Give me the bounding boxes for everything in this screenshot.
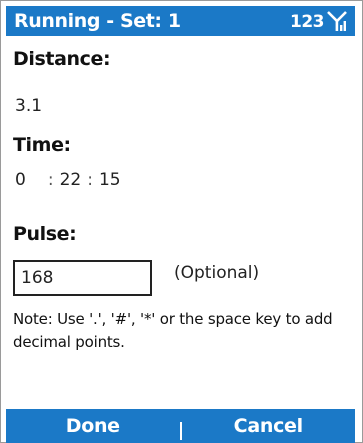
time-seconds[interactable]: 15 [99, 170, 121, 190]
page-title: Running - Set: 1 [14, 10, 181, 32]
pulse-label: Pulse: [13, 223, 77, 245]
distance-value[interactable]: 3.1 [15, 96, 42, 116]
time-minutes[interactable]: 22 [60, 170, 82, 190]
signal-strength-icon [327, 11, 347, 31]
status-area: 123 [290, 10, 347, 32]
optional-hint: (Optional) [174, 263, 260, 283]
title-bar: Running - Set: 1 123 [6, 6, 355, 36]
time-separator: : [87, 170, 93, 190]
time-label: Time: [13, 134, 71, 156]
done-button[interactable]: Done [6, 415, 180, 437]
distance-label: Distance: [13, 48, 111, 70]
time-separator: : [47, 170, 54, 190]
softkey-bar: Done Cancel [6, 409, 355, 443]
time-field[interactable]: 0 : 22 : 15 [15, 170, 121, 190]
cancel-button[interactable]: Cancel [182, 415, 356, 437]
time-hours[interactable]: 0 [15, 170, 26, 190]
decimal-note: Note: Use '.', '#', '*' or the space key… [13, 310, 333, 351]
status-number: 123 [290, 12, 325, 32]
pulse-input[interactable]: 168 [13, 260, 152, 296]
